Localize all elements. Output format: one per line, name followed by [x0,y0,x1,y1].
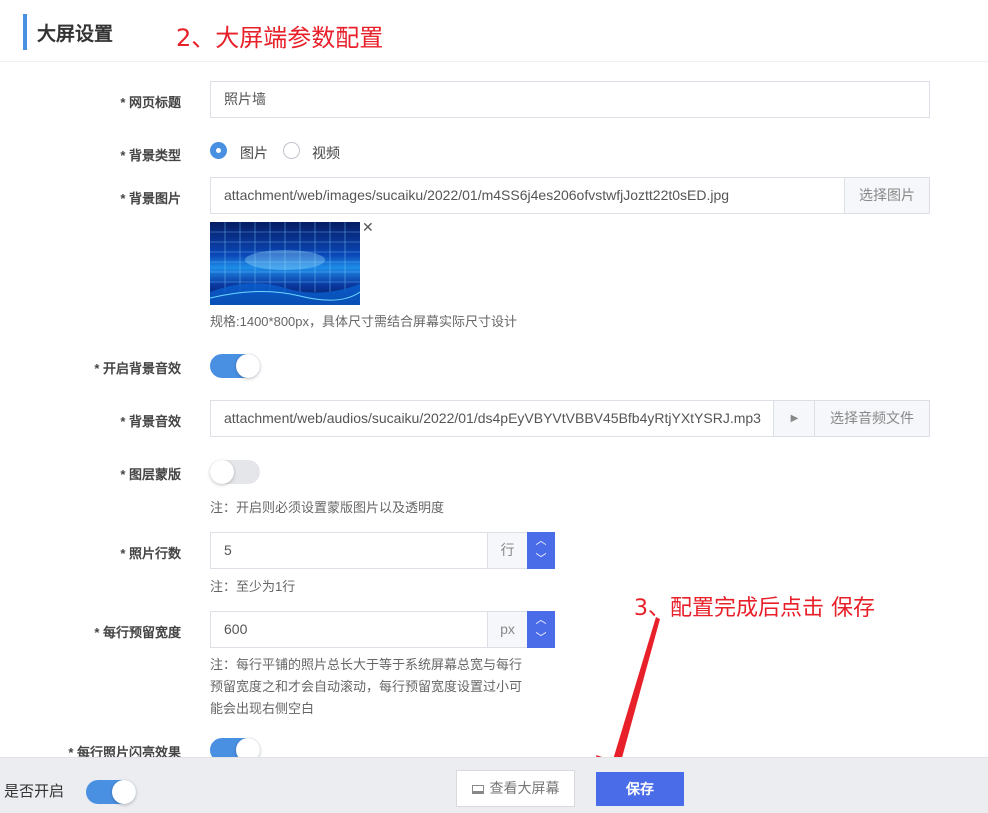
reserve-width-hint-line3: 能会出现右侧空白 [210,701,315,716]
footer-bar: 是否开启 查看大屏幕 保存 [0,757,988,813]
bg-sound-label: * 背景音效 [120,414,181,429]
chevron-up-icon[interactable]: ︿ [527,532,555,550]
monitor-icon [471,785,484,794]
bg-image-label: * 背景图片 [120,191,181,206]
bg-sound-toggle[interactable] [210,354,260,378]
rows-hint: 注：至少为1行 [210,579,296,594]
enable-toggle[interactable] [86,780,136,804]
bg-sound-enable-label: * 开启背景音效 [94,361,181,376]
radio-image[interactable] [210,142,227,159]
section-header: 大屏设置 [0,0,988,62]
bg-image-graphic [210,222,360,305]
chevron-down-icon[interactable]: ﹀ [527,550,555,568]
annotation-step2: 2、大屏端参数配置 [176,24,384,52]
header-accent-bar [23,14,27,50]
page-title-input[interactable]: 照片墙 [210,81,930,118]
play-audio-button[interactable]: ▶ [773,400,816,437]
reserve-width-hint-line2: 预留宽度之和才会自动滚动，每行预留宽度设置过小可 [210,679,523,694]
annotation-step3: 3、配置完成后点击 保存 [634,596,875,621]
radio-image-label[interactable]: 图片 [240,143,268,163]
play-icon: ▶ [790,413,799,424]
reserve-width-input[interactable]: 600 [210,611,488,648]
view-big-screen-button[interactable]: 查看大屏幕 [456,770,575,807]
enable-label: 是否开启 [4,783,65,800]
chevron-up-icon[interactable]: ︿ [527,611,555,629]
choose-image-button[interactable]: 选择图片 [844,177,930,214]
mask-hint: 注：开启则必须设置蒙版图片以及透明度 [210,500,445,515]
toggle-knob [210,460,234,484]
radio-video[interactable] [283,142,300,159]
section-title: 大屏设置 [37,24,114,45]
choose-audio-button[interactable]: 选择音频文件 [814,400,930,437]
bg-image-hint: 规格:1400*800px，具体尺寸需结合屏幕实际尺寸设计 [210,314,518,329]
view-big-screen-label: 查看大屏幕 [489,780,560,796]
bg-image-preview [210,222,360,305]
rows-label: * 照片行数 [120,546,181,561]
reserve-width-unit: px [487,611,528,648]
rows-input[interactable]: 5 [210,532,488,569]
reserve-width-hint-line1: 注：每行平铺的照片总长大于等于系统屏幕总宽与每行 [210,657,523,672]
save-button[interactable]: 保存 [596,772,684,806]
toggle-knob [236,354,260,378]
chevron-down-icon[interactable]: ﹀ [527,629,555,647]
toggle-knob [112,780,136,804]
bg-type-label: * 背景类型 [120,148,181,163]
reserve-width-stepper[interactable]: ︿ ﹀ [527,611,555,648]
rows-stepper[interactable]: ︿ ﹀ [527,532,555,569]
reserve-width-label: * 每行预留宽度 [94,625,181,640]
remove-image-icon[interactable]: ✕ [362,219,374,236]
radio-video-label[interactable]: 视频 [312,143,340,163]
mask-toggle[interactable] [210,460,260,484]
bg-sound-path-input[interactable]: attachment/web/audios/sucaiku/2022/01/ds… [210,400,775,437]
mask-label: * 图层蒙版 [120,467,181,482]
rows-unit: 行 [487,532,528,569]
page-title-label: * 网页标题 [120,95,181,110]
bg-image-path-input[interactable]: attachment/web/images/sucaiku/2022/01/m4… [210,177,846,214]
